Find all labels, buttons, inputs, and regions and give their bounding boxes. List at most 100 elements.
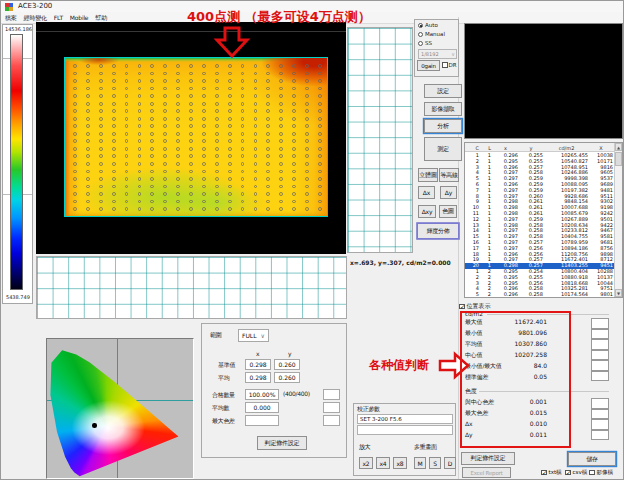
- delta-x-button[interactable]: Δx: [418, 186, 435, 199]
- settings-button[interactable]: 設定: [424, 84, 462, 98]
- measure-point: [254, 192, 258, 196]
- measure-point: [176, 200, 180, 204]
- scroll-thumb[interactable]: [615, 152, 622, 166]
- measure-point: [189, 192, 193, 196]
- radio-auto[interactable]: Auto: [418, 22, 438, 28]
- measure-point: [305, 207, 309, 211]
- column-header[interactable]: y: [519, 145, 543, 151]
- radio-ss[interactable]: SS: [418, 40, 432, 46]
- judge-condition-button-2[interactable]: 判定條件設定: [257, 436, 307, 450]
- multi-D-button[interactable]: D: [444, 457, 456, 469]
- gain-button[interactable]: 0gain: [417, 60, 440, 71]
- measure-point: [241, 64, 245, 68]
- avg-y-field[interactable]: 0.260: [274, 372, 300, 383]
- radio-manual[interactable]: Manual: [418, 31, 445, 37]
- measure-point: [112, 147, 116, 151]
- measure-point: [228, 200, 232, 204]
- measurement-table[interactable]: CLxycd/m2X 110.2960.25510265.45510038210…: [464, 142, 623, 298]
- zoom-x8-button[interactable]: x8: [393, 457, 407, 469]
- measure-point: [150, 117, 154, 121]
- save-button[interactable]: 儲存: [568, 452, 616, 466]
- measure-point: [189, 102, 193, 106]
- measure-point: [163, 207, 167, 211]
- column-header[interactable]: cd/m2: [545, 145, 588, 151]
- table-row[interactable]: 520.2960.25810174.5649801: [465, 292, 615, 298]
- menu-item[interactable]: 檔案: [5, 14, 17, 23]
- multi-S-button[interactable]: S: [429, 457, 441, 469]
- measure-point: [266, 117, 270, 121]
- measure-point: [73, 94, 77, 98]
- heatmap-canvas[interactable]: [36, 22, 346, 254]
- measure-point: [86, 192, 90, 196]
- excel-report-button[interactable]: Excel Report: [462, 467, 511, 478]
- measure-point: [318, 170, 322, 174]
- scroll-down-arrow[interactable]: ▼: [615, 289, 622, 297]
- avg-x-field[interactable]: 0.298: [245, 372, 271, 383]
- measure-point: [163, 139, 167, 143]
- measure-point: [176, 147, 180, 151]
- judge-annotation-rect: [460, 311, 571, 448]
- ref-y-field[interactable]: 0.260: [274, 359, 300, 370]
- contour-button[interactable]: 等高線: [439, 168, 459, 182]
- measure-point: [150, 102, 154, 106]
- delta-xy-button[interactable]: Δxy: [418, 205, 436, 218]
- measure-point: [163, 192, 167, 196]
- table-scrollbar[interactable]: ▲ ▼: [614, 143, 622, 297]
- exposure-select[interactable]: 1/8192∨: [418, 49, 457, 59]
- file-format-checkbox[interactable]: 影像檔: [589, 469, 613, 476]
- column-header[interactable]: C: [467, 145, 479, 151]
- column-header[interactable]: L: [481, 145, 491, 151]
- measure-point: [73, 147, 77, 151]
- measure-point: [125, 192, 129, 196]
- measure-point: [138, 94, 142, 98]
- judge-indicator-box: [591, 419, 609, 430]
- measure-point: [266, 102, 270, 106]
- stereo-button[interactable]: 立體圖: [418, 168, 438, 182]
- measure-point: [99, 64, 103, 68]
- measure-point: [125, 177, 129, 181]
- measure-point: [318, 72, 322, 76]
- pass-count-field: 100.00%: [245, 389, 279, 400]
- measure-point: [99, 139, 103, 143]
- measure-point: [318, 117, 322, 121]
- measure-point: [150, 170, 154, 174]
- measure-point: [99, 177, 103, 181]
- measure-point: [266, 87, 270, 91]
- measure-point: [215, 64, 219, 68]
- column-header[interactable]: X: [589, 145, 613, 151]
- file-format-checkbox[interactable]: csv檔: [565, 469, 587, 476]
- measure-point: [292, 162, 296, 166]
- measure-point: [305, 147, 309, 151]
- measure-point: [125, 154, 129, 158]
- measure-point: [241, 207, 245, 211]
- measure-point: [215, 72, 219, 76]
- multi-M-button[interactable]: M: [414, 457, 426, 469]
- luminance-button[interactable]: 輝度分佈: [417, 223, 459, 239]
- scroll-up-arrow[interactable]: ▲: [615, 143, 622, 151]
- file-format-checkbox[interactable]: txt檔: [541, 469, 562, 476]
- dr-checkbox[interactable]: DR: [442, 62, 457, 68]
- capture-button[interactable]: 影像擷取: [424, 102, 462, 116]
- measure-point: [163, 200, 167, 204]
- measure-point: [241, 192, 245, 196]
- zoom-x4-button[interactable]: x4: [376, 457, 390, 469]
- delta-y-button[interactable]: Δy: [440, 186, 457, 199]
- measure-point: [99, 124, 103, 128]
- colormap-button[interactable]: 色圖: [439, 205, 457, 218]
- menu-item[interactable]: FLT: [54, 14, 63, 21]
- ref-x-field[interactable]: 0.298: [245, 359, 271, 370]
- measure-point: [318, 124, 322, 128]
- measure-point: [125, 207, 129, 211]
- measure-button[interactable]: 測定: [424, 137, 462, 161]
- judge-condition-button[interactable]: 判定條件設定: [461, 452, 515, 465]
- zoom-x2-button[interactable]: x2: [359, 457, 373, 469]
- measure-point: [292, 94, 296, 98]
- measure-point: [241, 79, 245, 83]
- analyze-button[interactable]: 分析: [424, 119, 462, 133]
- range-select[interactable]: FULL∨: [238, 329, 269, 342]
- measure-point: [279, 117, 283, 121]
- measure-point: [241, 200, 245, 204]
- menu-item[interactable]: Mobile: [70, 14, 88, 21]
- measure-point: [150, 207, 154, 211]
- column-header[interactable]: x: [493, 145, 518, 151]
